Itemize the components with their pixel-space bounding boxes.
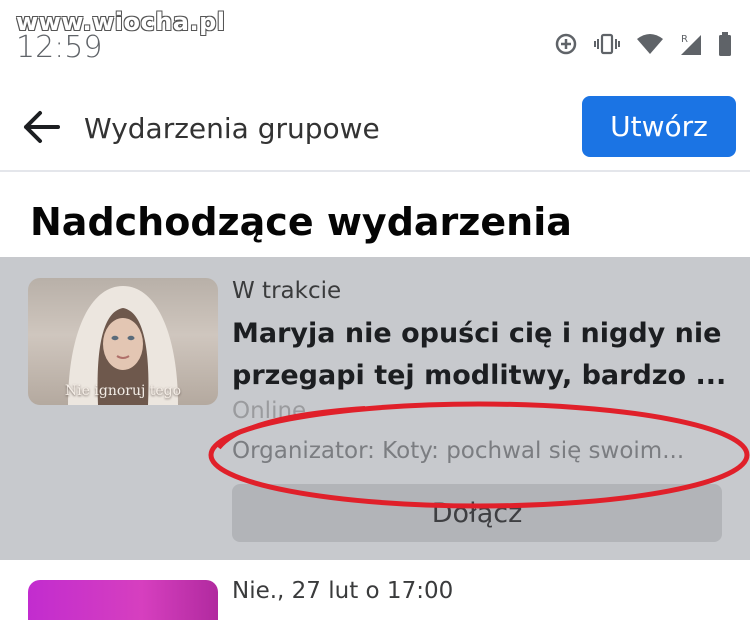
- join-button[interactable]: Dołącz: [232, 484, 722, 542]
- back-arrow-icon[interactable]: [20, 106, 62, 148]
- event-date: Nie., 27 lut o 17:00: [232, 578, 454, 604]
- battery-icon: [719, 32, 731, 56]
- event-status: W trakcie: [232, 278, 342, 304]
- page-title: Wydarzenia grupowe: [84, 112, 380, 145]
- vibrate-icon: [594, 33, 620, 55]
- status-clock: 12:59: [16, 30, 103, 65]
- event-title-line-1: Maryja nie opuści cię i nigdy nie: [232, 318, 722, 349]
- event-title[interactable]: Maryja nie opuści cię i nigdy nie przega…: [232, 313, 747, 397]
- status-icons: R: [554, 32, 732, 56]
- header-divider: [0, 170, 750, 172]
- signal-roaming-icon: R: [681, 34, 701, 55]
- event-thumbnail[interactable]: Nie ignoruj tego: [28, 278, 218, 405]
- thumbnail-caption: Nie ignoruj tego: [64, 383, 182, 399]
- create-button[interactable]: Utwórz: [582, 96, 736, 157]
- event-thumbnail-2[interactable]: [28, 580, 218, 620]
- event-title-line-2: przegapi tej modlitwy, bardzo ...: [232, 360, 727, 391]
- section-title: Nadchodzące wydarzenia: [30, 200, 572, 244]
- data-saver-icon: [555, 33, 577, 55]
- svg-text:R: R: [681, 34, 688, 45]
- wifi-icon: [637, 34, 663, 54]
- event-organizer: Organizator: Koty: pochwal się swoim...: [232, 438, 685, 464]
- event-location: Online: [232, 398, 307, 424]
